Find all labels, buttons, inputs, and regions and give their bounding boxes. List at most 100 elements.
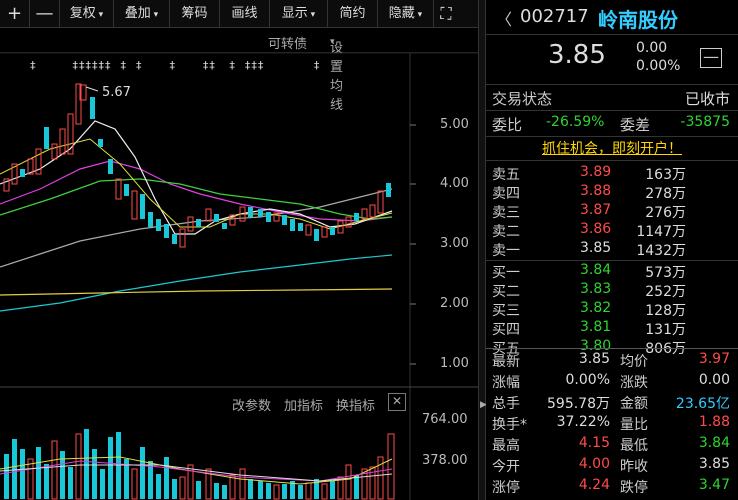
stat-label: 涨跌 xyxy=(620,375,648,391)
candle-down xyxy=(172,234,177,244)
vol-bar xyxy=(60,451,65,499)
stat-label: 金额 xyxy=(620,396,648,412)
stat-label: 涨幅 xyxy=(492,375,520,391)
switch-indicator-button[interactable]: 换指标 xyxy=(336,395,375,414)
divider xyxy=(486,84,738,85)
ask-label: 卖二 xyxy=(492,224,520,240)
last-price: 3.85 xyxy=(548,40,606,70)
display-button[interactable]: 显示 ▾ xyxy=(270,0,328,28)
bid-volume: 128万 xyxy=(645,303,686,319)
stat-value: 3.97 xyxy=(698,351,730,367)
vol-tick-label: 764.00 xyxy=(422,412,468,427)
close-indicator-icon[interactable]: ✕ xyxy=(388,393,406,411)
draw-line-button[interactable]: 画线 xyxy=(220,0,270,28)
candle-up xyxy=(205,208,212,222)
vol-bar xyxy=(258,481,263,499)
vol-bar xyxy=(100,469,105,499)
panel-splitter[interactable]: ▶ xyxy=(478,0,487,500)
zoom-out-icon[interactable]: — xyxy=(30,0,60,28)
restore-rights-button[interactable]: 复权 ▾ xyxy=(60,0,114,28)
candle-up xyxy=(369,204,376,218)
vol-bar xyxy=(330,481,335,499)
y-tick-label: 4.00 xyxy=(440,176,469,191)
restore-rights-label: 复权 xyxy=(69,6,96,21)
bid-row: 买四 3.81 131万 xyxy=(486,319,738,338)
stock-code: 002717 xyxy=(520,6,589,27)
stat-label: 昨收 xyxy=(620,459,648,475)
ask-label: 卖五 xyxy=(492,167,520,183)
candlestick-chart xyxy=(0,52,478,500)
chevron-down-icon: ▾ xyxy=(307,10,316,20)
stat-value: 23.65亿 xyxy=(675,396,730,412)
stat-value: 0.00 xyxy=(698,372,730,388)
add-indicator-button[interactable]: 加指标 xyxy=(284,395,323,414)
vol-bar xyxy=(214,483,219,499)
vol-bar xyxy=(222,485,227,499)
stat-label: 总手 xyxy=(492,396,520,412)
event-markers[interactable]: ‡ ‡‡‡‡‡‡ ‡ ‡ ‡ ‡‡ ‡ ‡‡‡ ‡ xyxy=(30,59,320,72)
stat-label: 跌停 xyxy=(620,480,648,496)
candle-up xyxy=(59,128,66,155)
ask-volume: 276万 xyxy=(645,205,686,221)
ask-label: 卖一 xyxy=(492,243,520,259)
change-params-button[interactable]: 改参数 xyxy=(232,395,271,414)
price-change: 0.00 xyxy=(636,40,668,56)
vol-bar xyxy=(156,474,161,499)
bid-price: 3.83 xyxy=(580,281,612,297)
divider xyxy=(486,160,738,161)
vol-bar xyxy=(321,483,328,500)
fullscreen-icon[interactable]: ⛶ xyxy=(434,0,458,28)
candle-down xyxy=(148,212,153,227)
peak-price-label: 5.67 xyxy=(102,85,131,100)
ma-line-cyan xyxy=(0,254,393,312)
vol-bar xyxy=(75,433,82,500)
candle-up xyxy=(179,228,186,248)
candle-up xyxy=(131,190,138,220)
stat-value: 4.24 xyxy=(578,477,610,493)
y-tick-label: 5.00 xyxy=(440,117,469,132)
ask-volume: 1147万 xyxy=(636,224,686,240)
vol-bar xyxy=(282,484,287,499)
ask-row: 卖二 3.86 1147万 xyxy=(486,221,738,240)
ask-row: 卖三 3.87 276万 xyxy=(486,202,738,221)
stat-label: 量比 xyxy=(620,417,648,433)
chips-button[interactable]: 筹码 xyxy=(170,0,220,28)
vol-bar xyxy=(27,458,34,500)
stat-value: 3.84 xyxy=(698,435,730,451)
candle-up xyxy=(187,216,194,232)
bid-label: 买四 xyxy=(492,322,520,338)
candle-down xyxy=(214,214,219,222)
remove-watchlist-button[interactable]: — xyxy=(700,48,722,68)
stat-value: 37.22% xyxy=(556,414,610,430)
candle-down xyxy=(298,223,303,231)
weibi-value: -26.59% xyxy=(546,114,605,130)
hide-button[interactable]: 隐藏 ▾ xyxy=(378,0,434,28)
stat-value: 4.00 xyxy=(578,456,610,472)
candle-down xyxy=(196,219,201,227)
bid-volume: 252万 xyxy=(645,284,686,300)
overlay-button[interactable]: 叠加 ▾ xyxy=(114,0,170,28)
simple-mode-button[interactable]: 简约 xyxy=(328,0,378,28)
divider xyxy=(486,136,738,137)
open-account-link[interactable]: 抓住机会，即刻开户！ xyxy=(486,138,738,160)
chevron-down-icon[interactable]: 〈 xyxy=(496,6,512,30)
candle-up xyxy=(115,178,122,200)
vol-bar xyxy=(51,440,58,500)
candle-up xyxy=(51,143,58,160)
ask-label: 卖三 xyxy=(492,205,520,221)
bid-price: 3.82 xyxy=(580,300,612,316)
candles xyxy=(3,83,391,248)
ma-line-green xyxy=(0,178,393,220)
candle-down xyxy=(98,139,103,147)
ask-price: 3.89 xyxy=(580,164,612,180)
candle-up xyxy=(321,226,328,238)
candle-down xyxy=(44,127,49,149)
price-change-pct: 0.00% xyxy=(636,58,681,74)
zoom-in-icon[interactable]: + xyxy=(0,0,30,28)
stat-label: 涨停 xyxy=(492,480,520,496)
candle-down xyxy=(258,209,263,217)
bid-label: 买三 xyxy=(492,303,520,319)
stat-value: 0.00% xyxy=(565,372,610,388)
candle-down xyxy=(164,224,169,238)
stat-value: 4.15 xyxy=(578,435,610,451)
